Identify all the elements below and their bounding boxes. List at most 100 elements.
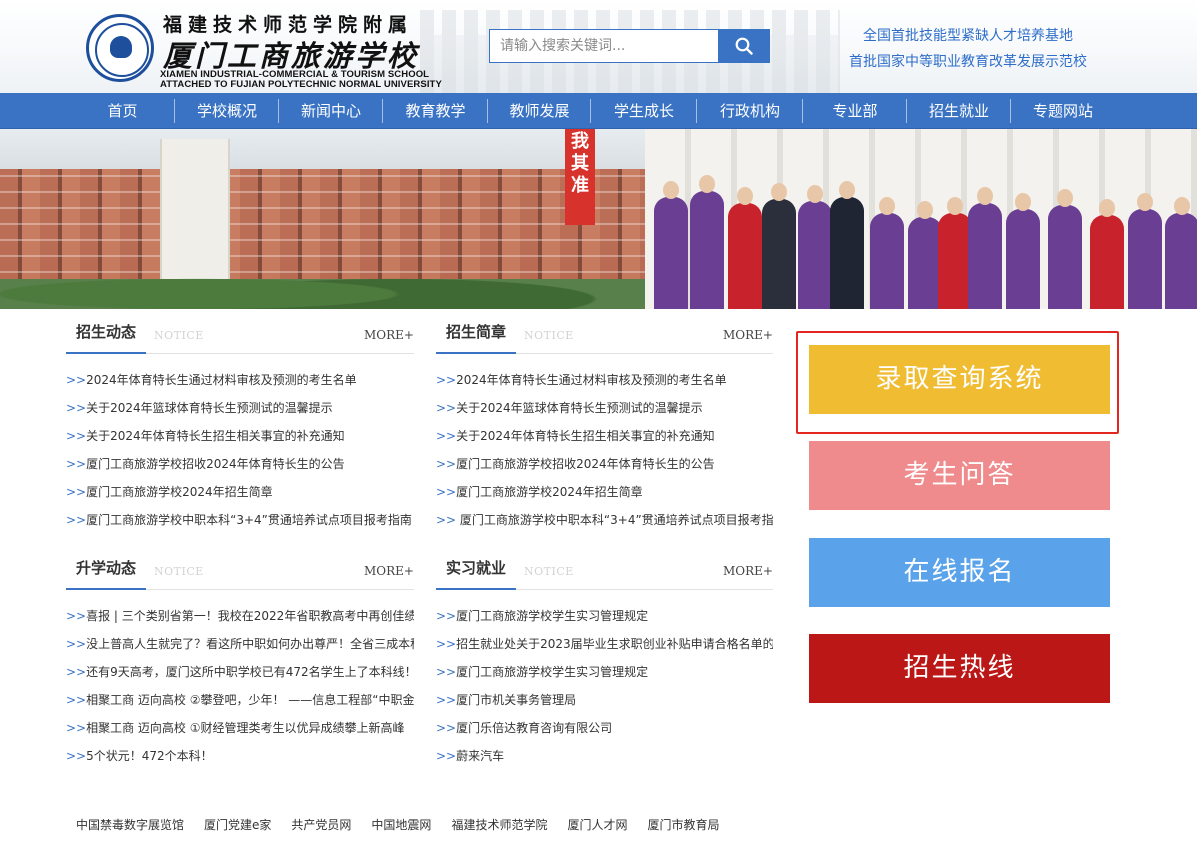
header-slogan-1: 全国首批技能型紧缺人才培养基地 <box>863 28 1073 44</box>
list-item[interactable]: >>厦门工商旅游学校招收2024年体育特长生的公告 <box>436 450 773 478</box>
list-bullet-icon: >> <box>66 721 87 735</box>
section-admission-brochure: 招生简章 NOTICE MORE+ >>2024年体育特长生通过材料审核及预测的… <box>436 308 773 534</box>
list-bullet-icon: >> <box>66 637 87 651</box>
list-bullet-icon: >> <box>66 457 87 471</box>
list-item[interactable]: >>蔚来汽车 <box>436 742 773 770</box>
more-link[interactable]: MORE+ <box>364 564 414 578</box>
list-bullet-icon: >> <box>66 513 87 527</box>
list-bullet-icon: >> <box>66 749 87 763</box>
section-title[interactable]: 实习就业 <box>436 545 517 590</box>
applicant-qa-button[interactable]: 考生问答 <box>809 441 1110 510</box>
section-admission-news: 招生动态 NOTICE MORE+ >>2024年体育特长生通过材料审核及预测的… <box>66 308 414 534</box>
nav-item-departments[interactable]: 专业部 <box>803 93 907 129</box>
section-notice-label: NOTICE <box>154 565 204 578</box>
list-bullet-icon: >> <box>436 373 457 387</box>
list-item[interactable]: >>5个状元！472个本科！ <box>66 742 414 770</box>
footer-link[interactable]: 中国禁毒数字展览馆 <box>76 816 184 833</box>
footer-friend-links: 中国禁毒数字展览馆 厦门党建e家 共产党员网 中国地震网 福建技术师范学院 厦门… <box>76 816 739 833</box>
list-item[interactable]: >>厦门工商旅游学校2024年招生简章 <box>436 478 773 506</box>
list-item[interactable]: >>厦门工商旅游学校学生实习管理规定 <box>436 602 773 630</box>
list-bullet-icon: >> <box>436 429 457 443</box>
school-emblem-icon[interactable] <box>86 14 154 82</box>
nav-item-admission[interactable]: 招生就业 <box>907 93 1011 129</box>
list-bullet-icon: >> <box>436 485 457 499</box>
section-title[interactable]: 招生动态 <box>66 309 147 354</box>
banner-red-slogan: 我其准 <box>565 129 595 225</box>
section-notice-label: NOTICE <box>524 329 574 342</box>
footer-link[interactable]: 厦门党建e家 <box>204 816 271 833</box>
list-bullet-icon: >> <box>436 693 457 707</box>
list-bullet-icon: >> <box>66 429 87 443</box>
list-bullet-icon: >> <box>66 665 87 679</box>
more-link[interactable]: MORE+ <box>723 564 773 578</box>
list-item[interactable]: >>厦门乐倍达教育咨询有限公司 <box>436 714 773 742</box>
list-bullet-icon: >> <box>436 401 457 415</box>
list-item[interactable]: >>关于2024年体育特长生招生相关事宜的补充通知 <box>436 422 773 450</box>
footer-link[interactable]: 厦门人才网 <box>567 816 627 833</box>
header-slogan-2: 首批国家中等职业教育改革发展示范校 <box>849 54 1087 70</box>
logo-english-line2: ATTACHED TO FUJIAN POLYTECHNIC NORMAL UN… <box>160 79 442 90</box>
search-icon <box>735 37 753 55</box>
footer-link[interactable]: 厦门市教育局 <box>647 816 719 833</box>
more-link[interactable]: MORE+ <box>723 328 773 342</box>
footer-link[interactable]: 共产党员网 <box>291 816 351 833</box>
list-item[interactable]: >>厦门工商旅游学校招收2024年体育特长生的公告 <box>66 450 414 478</box>
nav-item-teaching[interactable]: 教育教学 <box>383 93 488 129</box>
section-notice-label: NOTICE <box>524 565 574 578</box>
list-item[interactable]: >>招生就业处关于2023届毕业生求职创业补贴申请合格名单的公示 <box>436 630 773 658</box>
list-item[interactable]: >>厦门市机关事务管理局 <box>436 686 773 714</box>
search-button[interactable] <box>718 29 770 63</box>
list-bullet-icon: >> <box>66 401 87 415</box>
list-item[interactable]: >>喜报 | 三个类别省第一！我校在2022年省职教高考中再创佳绩！ <box>66 602 414 630</box>
list-item[interactable]: >>相聚工商 迈向高校 ①财经管理类考生以优异成绩攀上新高峰 <box>66 714 414 742</box>
list-item[interactable]: >>还有9天高考，厦门这所中职学校已有472名学生上了本科线！ <box>66 658 414 686</box>
list-item[interactable]: >> 厦门工商旅游学校中职本科“3+4”贯通培养试点项目报考指南 <box>436 506 773 534</box>
search-bar <box>489 29 770 63</box>
list-item[interactable]: >>2024年体育特长生通过材料审核及预测的考生名单 <box>66 366 414 394</box>
list-bullet-icon: >> <box>436 609 457 623</box>
section-further-education: 升学动态 NOTICE MORE+ >>喜报 | 三个类别省第一！我校在2022… <box>66 544 414 770</box>
list-item[interactable]: >>关于2024年体育特长生招生相关事宜的补充通知 <box>66 422 414 450</box>
list-bullet-icon: >> <box>436 665 457 679</box>
list-item[interactable]: >>关于2024年篮球体育特长生预测试的温馨提示 <box>66 394 414 422</box>
list-bullet-icon: >> <box>436 637 457 651</box>
section-title[interactable]: 招生简章 <box>436 309 517 354</box>
list-item[interactable]: >>2024年体育特长生通过材料审核及预测的考生名单 <box>436 366 773 394</box>
admission-query-button[interactable]: 录取查询系统 <box>809 345 1110 414</box>
list-item[interactable]: >>没上普高人生就完了？看这所中职如何办出尊严！全省三成本科计 <box>66 630 414 658</box>
list-item[interactable]: >>厦门工商旅游学校2024年招生简章 <box>66 478 414 506</box>
list-bullet-icon: >> <box>66 693 87 707</box>
list-bullet-icon: >> <box>436 749 457 763</box>
nav-item-news[interactable]: 新闻中心 <box>279 93 383 129</box>
banner-trees <box>0 259 660 309</box>
footer-link[interactable]: 中国地震网 <box>371 816 431 833</box>
banner-building-top <box>0 129 660 169</box>
section-internship-employment: 实习就业 NOTICE MORE+ >>厦门工商旅游学校学生实习管理规定 >>招… <box>436 544 773 770</box>
nav-item-administration[interactable]: 行政机构 <box>697 93 803 129</box>
nav-item-student-growth[interactable]: 学生成长 <box>591 93 697 129</box>
list-item[interactable]: >>相聚工商 迈向高校 ②攀登吧，少年！ ——信息工程部“中职金字打 <box>66 686 414 714</box>
list-bullet-icon: >> <box>436 513 457 527</box>
list-item[interactable]: >>厦门工商旅游学校学生实习管理规定 <box>436 658 773 686</box>
nav-item-special-sites[interactable]: 专题网站 <box>1011 93 1115 129</box>
nav-item-about[interactable]: 学校概况 <box>175 93 279 129</box>
list-item[interactable]: >>关于2024年篮球体育特长生预测试的温馨提示 <box>436 394 773 422</box>
site-header: 福建技术师范学院附属 厦门工商旅游学校 XIAMEN INDUSTRIAL-CO… <box>0 0 1197 93</box>
section-title[interactable]: 升学动态 <box>66 545 147 590</box>
nav-item-home[interactable]: 首页 <box>70 93 175 129</box>
main-nav: 首页 学校概况 新闻中心 教育教学 教师发展 学生成长 行政机构 专业部 招生就… <box>0 93 1197 129</box>
more-link[interactable]: MORE+ <box>364 328 414 342</box>
list-bullet-icon: >> <box>66 485 87 499</box>
hero-banner[interactable]: 我其准 <box>0 129 1197 309</box>
list-bullet-icon: >> <box>436 721 457 735</box>
admission-hotline-button[interactable]: 招生热线 <box>809 634 1110 703</box>
nav-item-teacher-development[interactable]: 教师发展 <box>488 93 591 129</box>
section-notice-label: NOTICE <box>154 329 204 342</box>
banner-students-group <box>650 175 1197 309</box>
list-item[interactable]: >>厦门工商旅游学校中职本科“3+4”贯通培养试点项目报考指南 <box>66 506 414 534</box>
footer-link[interactable]: 福建技术师范学院 <box>451 816 547 833</box>
search-input[interactable] <box>489 29 718 63</box>
list-bullet-icon: >> <box>66 609 87 623</box>
list-bullet-icon: >> <box>436 457 457 471</box>
online-signup-button[interactable]: 在线报名 <box>809 538 1110 607</box>
